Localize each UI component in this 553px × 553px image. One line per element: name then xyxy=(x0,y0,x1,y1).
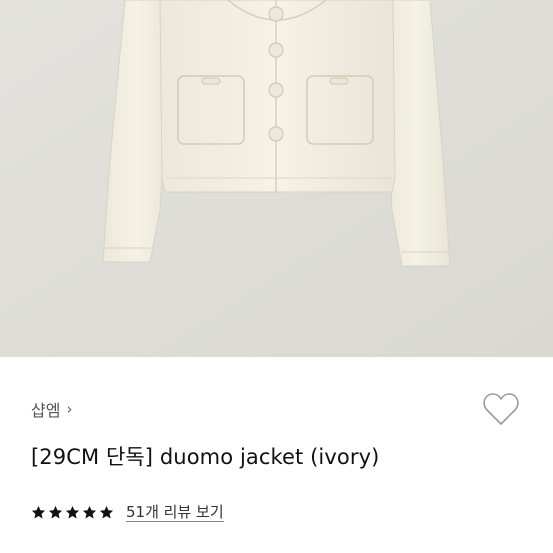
review-link[interactable]: 51개 리뷰 보기 xyxy=(126,503,224,522)
brand-link[interactable]: 샵엠 › xyxy=(31,397,72,421)
rating-stars xyxy=(31,505,114,520)
product-image[interactable] xyxy=(0,0,553,357)
product-info: 샵엠 › [29CM 단독] duomo jacket (ivory) 51개 … xyxy=(0,357,553,553)
star-filled-icon xyxy=(48,505,63,519)
heart-outline-icon xyxy=(483,393,519,425)
chevron-right-icon: › xyxy=(66,400,73,418)
star-filled-icon xyxy=(82,505,97,519)
product-title: [29CM 단독] duomo jacket (ivory) xyxy=(31,445,380,469)
star-filled-icon xyxy=(65,505,80,519)
star-filled-icon xyxy=(31,505,46,519)
brand-name: 샵엠 xyxy=(31,401,61,420)
jacket-photo xyxy=(0,0,553,357)
rating-row: 51개 리뷰 보기 xyxy=(31,503,224,522)
star-filled-icon xyxy=(99,505,114,519)
wishlist-button[interactable] xyxy=(482,391,520,427)
